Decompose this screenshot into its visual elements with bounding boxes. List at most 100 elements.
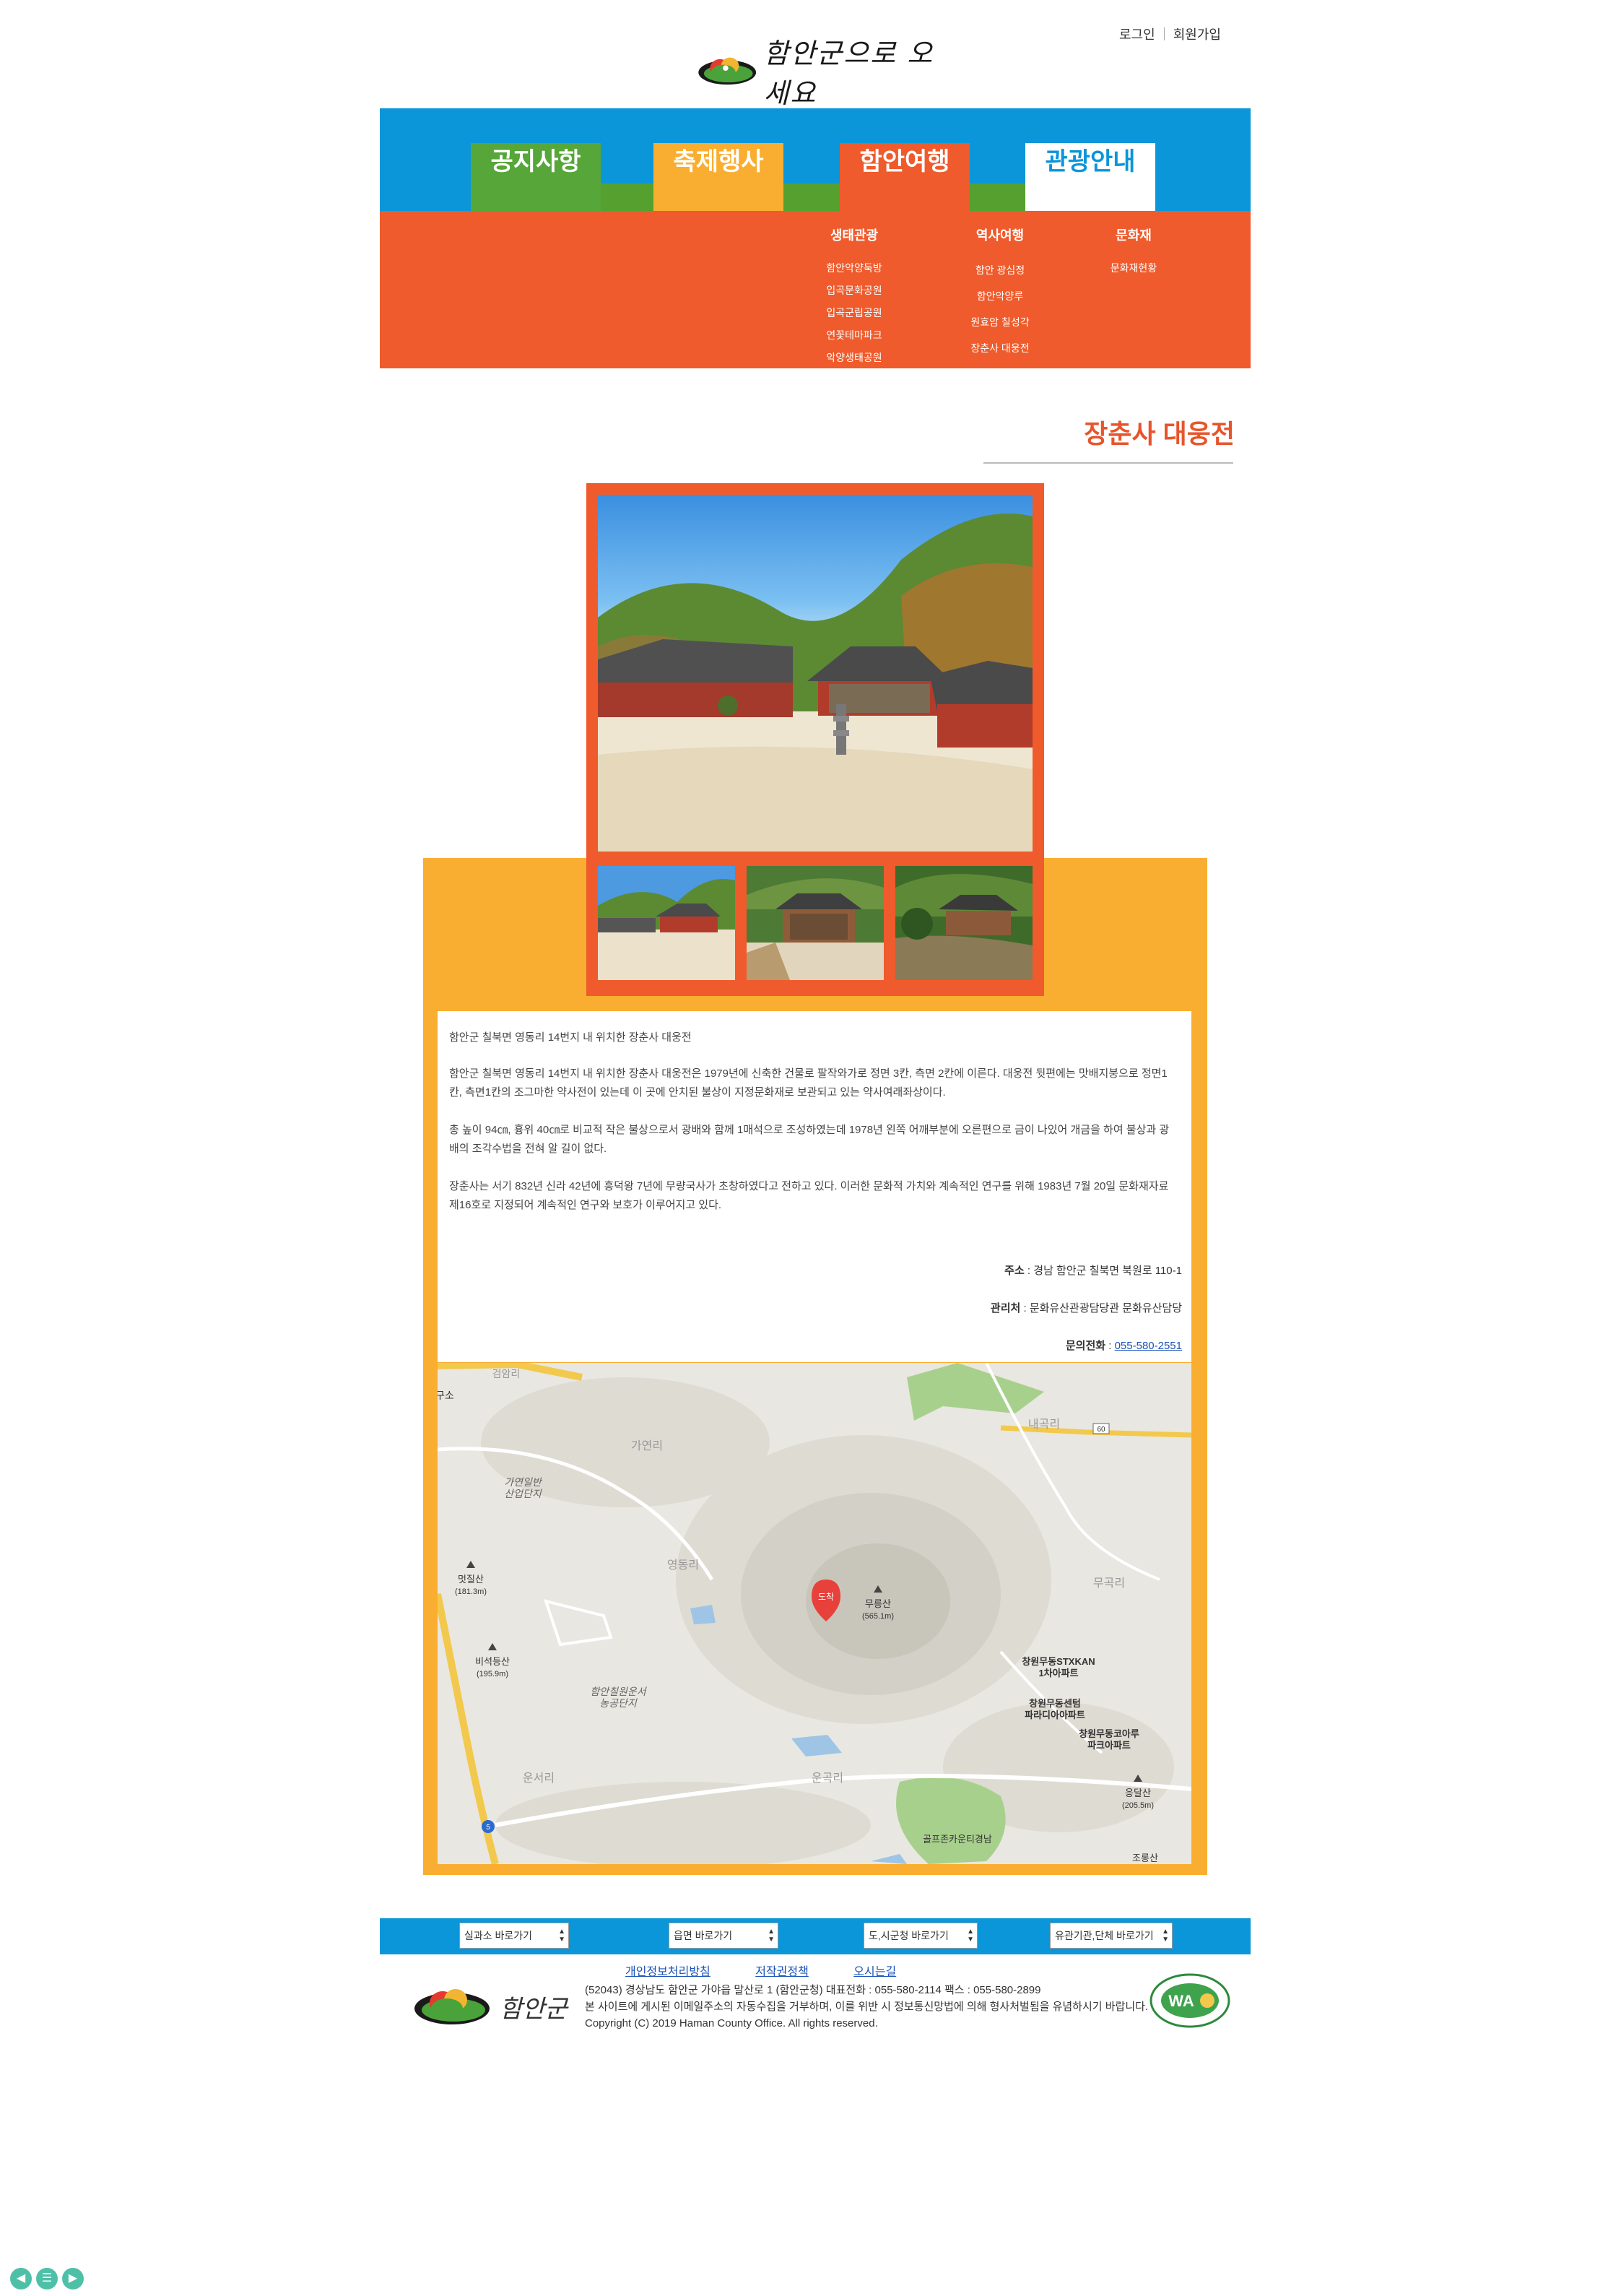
phone-row: 문의전화 : 055-580-2551 bbox=[1065, 1340, 1182, 1352]
leaf-logo-icon bbox=[414, 1989, 490, 2024]
select-value: 읍면 바로가기 bbox=[674, 1930, 733, 1941]
map-label: 검암리 bbox=[492, 1368, 521, 1379]
manager-label: 관리처 bbox=[990, 1302, 1021, 1314]
submenu-col-heritage: 문화재 문화재현황 bbox=[1090, 225, 1177, 280]
road-number: 60 bbox=[1097, 1426, 1105, 1434]
main-photo bbox=[598, 495, 1033, 852]
manager-value: : 문화유산관광담당관 문화유산담당 bbox=[1020, 1302, 1182, 1314]
map-label: 구소 bbox=[438, 1390, 454, 1401]
address-value: : 경남 함안군 칠북면 북원로 110-1 bbox=[1024, 1265, 1182, 1277]
prev-arrow-icon[interactable]: ◀ bbox=[10, 2268, 32, 2289]
select-value: 도,시군청 바로가기 bbox=[869, 1930, 949, 1941]
footer-info: (52043) 경상남도 함안군 가야읍 말산로 1 (함안군청) 대표전화 :… bbox=[585, 1982, 1148, 2032]
submenu-heading[interactable]: 문화재 bbox=[1090, 225, 1177, 244]
submenu-col-history: 역사여행 함안 광심정 함안악양루 원효암 칠성각 장춘사 대웅전 bbox=[953, 225, 1047, 361]
title-underline bbox=[983, 462, 1233, 464]
submenu-item[interactable]: 악양생태공원 bbox=[807, 347, 901, 369]
road-number: 5 bbox=[486, 1824, 490, 1832]
logo-text: 함안군으로 오세요 bbox=[763, 38, 934, 109]
map-label: 영동리 bbox=[667, 1559, 699, 1572]
description-paragraph: 장춘사는 서기 832년 신라 42년에 흥덕왕 7년에 무량국사가 초창하였다… bbox=[449, 1180, 1169, 1211]
town-select[interactable]: 읍면 바로가기 ▲ ▼ bbox=[669, 1923, 778, 1949]
select-arrow-icon: ▲ ▼ bbox=[558, 1928, 565, 1944]
menu-icon[interactable]: ☰ bbox=[36, 2268, 58, 2289]
manager-row: 관리처 : 문화유산관광담당관 문화유산담당 bbox=[991, 1300, 1182, 1315]
directions-link[interactable]: 오시는길 bbox=[853, 1966, 896, 1978]
agency-select[interactable]: 유관기관,단체 바로가기 ▲ ▼ bbox=[1050, 1923, 1173, 1949]
page-title: 장춘사 대웅전 bbox=[1084, 419, 1235, 449]
top-links: 로그인 회원가입 bbox=[1119, 25, 1221, 43]
submenu-heading[interactable]: 생태관광 bbox=[807, 225, 901, 244]
mountain-height: (181.3m) bbox=[455, 1587, 487, 1596]
thumbnail-2[interactable] bbox=[747, 866, 884, 980]
select-arrow-icon: ▲ ▼ bbox=[768, 1928, 775, 1944]
tab-travel[interactable]: 함안여행 bbox=[840, 143, 970, 212]
site-logo[interactable]: 함안군으로 오세요 bbox=[697, 38, 935, 109]
photo-gallery bbox=[586, 483, 1044, 996]
submenu-item[interactable]: 연꽃테마파크 bbox=[807, 324, 901, 347]
select-arrow-icon: ▲ ▼ bbox=[967, 1928, 974, 1944]
badge-text: WA bbox=[1168, 1992, 1194, 2010]
tab-festival[interactable]: 축제행사 bbox=[653, 143, 783, 212]
map-label: 운곡리 bbox=[812, 1772, 843, 1785]
footer-links: 개인정보처리방침 저작권정책 오시는길 bbox=[625, 1962, 938, 1979]
map-label: 운서리 bbox=[523, 1772, 555, 1785]
mountain-height: (195.9m) bbox=[477, 1670, 508, 1678]
address-row: 주소 : 경남 함안군 칠북면 북원로 110-1 bbox=[1004, 1262, 1182, 1278]
mountain-name: 무릉산 bbox=[865, 1598, 891, 1609]
next-arrow-icon[interactable]: ▶ bbox=[62, 2268, 84, 2289]
submenu-col-eco: 생태관광 함안악양둑방 입곡문화공원 입곡군립공원 연꽃테마파크 악양생태공원 bbox=[807, 225, 901, 369]
signup-link[interactable]: 회원가입 bbox=[1173, 25, 1221, 43]
dept-select[interactable]: 실과소 바로가기 ▲ ▼ bbox=[459, 1923, 569, 1949]
map-label: 가연일반 bbox=[504, 1476, 543, 1488]
description-paragraph: 함안군 칠북면 영동리 14번지 내 위치한 장춘사 대웅전은 1979년에 신… bbox=[449, 1067, 1168, 1099]
map-label: 파크아파트 bbox=[1087, 1740, 1131, 1751]
submenu-item[interactable]: 원효암 칠성각 bbox=[953, 309, 1047, 335]
map-label: 골프존카운티경남 bbox=[923, 1834, 992, 1845]
select-value: 유관기관,단체 바로가기 bbox=[1055, 1930, 1154, 1941]
web-accessibility-badge: WA bbox=[1148, 1972, 1232, 2029]
map-label: 창원무동센텀 bbox=[1029, 1698, 1081, 1709]
submenu-item[interactable]: 입곡문화공원 bbox=[807, 280, 901, 302]
mountain-name: 멋질산 bbox=[458, 1574, 484, 1585]
mountain-name: 응달산 bbox=[1125, 1788, 1151, 1798]
map-label: 1차아파트 bbox=[1038, 1668, 1078, 1678]
map-label: 함안칠원운서 bbox=[590, 1686, 647, 1697]
submenu-item[interactable]: 함안악양둑방 bbox=[807, 257, 901, 280]
copyright-policy-link[interactable]: 저작권정책 bbox=[755, 1966, 809, 1978]
tab-notice[interactable]: 공지사항 bbox=[471, 143, 601, 212]
footer-logo-text: 함안군 bbox=[500, 1994, 568, 2024]
privacy-policy-link[interactable]: 개인정보처리방침 bbox=[625, 1966, 710, 1978]
footer-copyright: Copyright (C) 2019 Haman County Office. … bbox=[585, 2017, 878, 2029]
location-map[interactable]: 60 5 검암리 구소 가연리 영동리 가연일반 산업단지 함안칠원운서 농공단… bbox=[438, 1363, 1191, 1864]
login-link[interactable]: 로그인 bbox=[1119, 25, 1155, 43]
tab-tour-info[interactable]: 관광안내 bbox=[1025, 143, 1155, 212]
select-arrow-icon: ▲ ▼ bbox=[1162, 1928, 1169, 1944]
phone-link[interactable]: 055-580-2551 bbox=[1115, 1340, 1182, 1352]
submenu-item[interactable]: 입곡군립공원 bbox=[807, 302, 901, 324]
map-label: 내곡리 bbox=[1028, 1418, 1060, 1431]
mountain-height: (205.5m) bbox=[1122, 1801, 1154, 1810]
thumbnail-3[interactable] bbox=[895, 866, 1033, 980]
footer-logo: 함안군 bbox=[409, 1977, 568, 2035]
map-label: 창원무동STXKAN bbox=[1022, 1656, 1095, 1667]
submenu-item[interactable]: 장춘사 대웅전 bbox=[953, 335, 1047, 361]
phone-label: 문의전화 bbox=[1065, 1340, 1106, 1352]
map-label: 파라디아아파트 bbox=[1025, 1710, 1085, 1720]
divider bbox=[1163, 27, 1165, 40]
map-label: 가연리 bbox=[631, 1439, 663, 1452]
select-value: 실과소 바로가기 bbox=[464, 1930, 533, 1941]
submenu-item[interactable]: 함안 광심정 bbox=[953, 257, 1047, 283]
map-label: 산업단지 bbox=[504, 1488, 542, 1499]
mountain-name: 비석등산 bbox=[475, 1656, 510, 1667]
description-summary: 함안군 칠북면 영동리 14번지 내 위치한 장춘사 대웅전 bbox=[449, 1031, 692, 1044]
footer-address: (52043) 경상남도 함안군 가야읍 말산로 1 (함안군청) 대표전화 :… bbox=[585, 1984, 1041, 1996]
mountain-name: 조롱산 bbox=[1132, 1853, 1158, 1863]
marker-label: 도착 bbox=[818, 1592, 834, 1602]
submenu-item[interactable]: 함안악양루 bbox=[953, 283, 1047, 309]
submenu-item[interactable]: 문화재현황 bbox=[1090, 257, 1177, 280]
map-label: 무곡리 bbox=[1093, 1577, 1125, 1590]
city-select[interactable]: 도,시군청 바로가기 ▲ ▼ bbox=[864, 1923, 978, 1949]
submenu-heading[interactable]: 역사여행 bbox=[953, 225, 1047, 244]
thumbnail-1[interactable] bbox=[598, 866, 735, 980]
